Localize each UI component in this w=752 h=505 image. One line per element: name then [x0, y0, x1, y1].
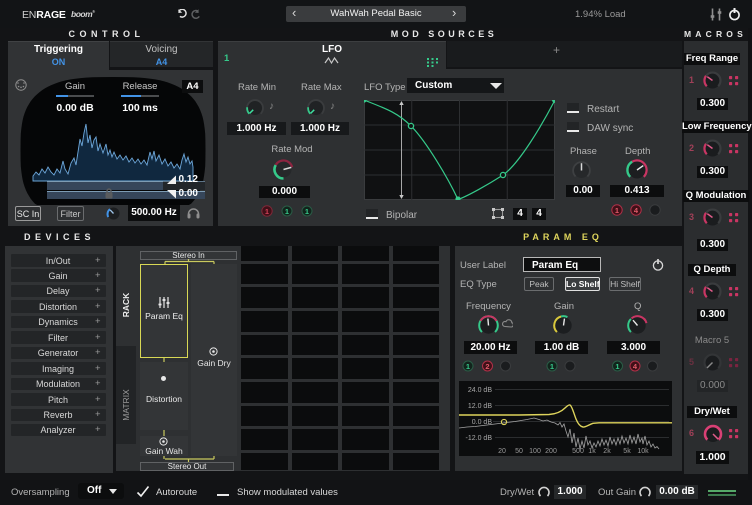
- svg-text:-12.0 dB: -12.0 dB: [466, 435, 493, 442]
- svg-text:5k: 5k: [623, 448, 631, 455]
- svg-text:2k: 2k: [603, 448, 611, 455]
- svg-text:2: 2: [485, 362, 489, 371]
- svg-text:1k: 1k: [588, 448, 596, 455]
- svg-text:1: 1: [305, 207, 309, 216]
- svg-text:1: 1: [615, 206, 619, 215]
- svg-text:20: 20: [498, 448, 506, 455]
- svg-text:100: 100: [529, 448, 541, 455]
- svg-text:50: 50: [515, 448, 523, 455]
- svg-text:10k: 10k: [637, 448, 649, 455]
- svg-text:1: 1: [285, 207, 289, 216]
- svg-text:200: 200: [545, 448, 557, 455]
- svg-text:1: 1: [550, 362, 554, 371]
- svg-text:12.0 dB: 12.0 dB: [468, 403, 492, 410]
- svg-text:1: 1: [265, 207, 269, 216]
- svg-text:24.0 dB: 24.0 dB: [468, 387, 492, 394]
- svg-text:1: 1: [615, 362, 619, 371]
- svg-text:1: 1: [466, 362, 470, 371]
- svg-text:500: 500: [572, 448, 584, 455]
